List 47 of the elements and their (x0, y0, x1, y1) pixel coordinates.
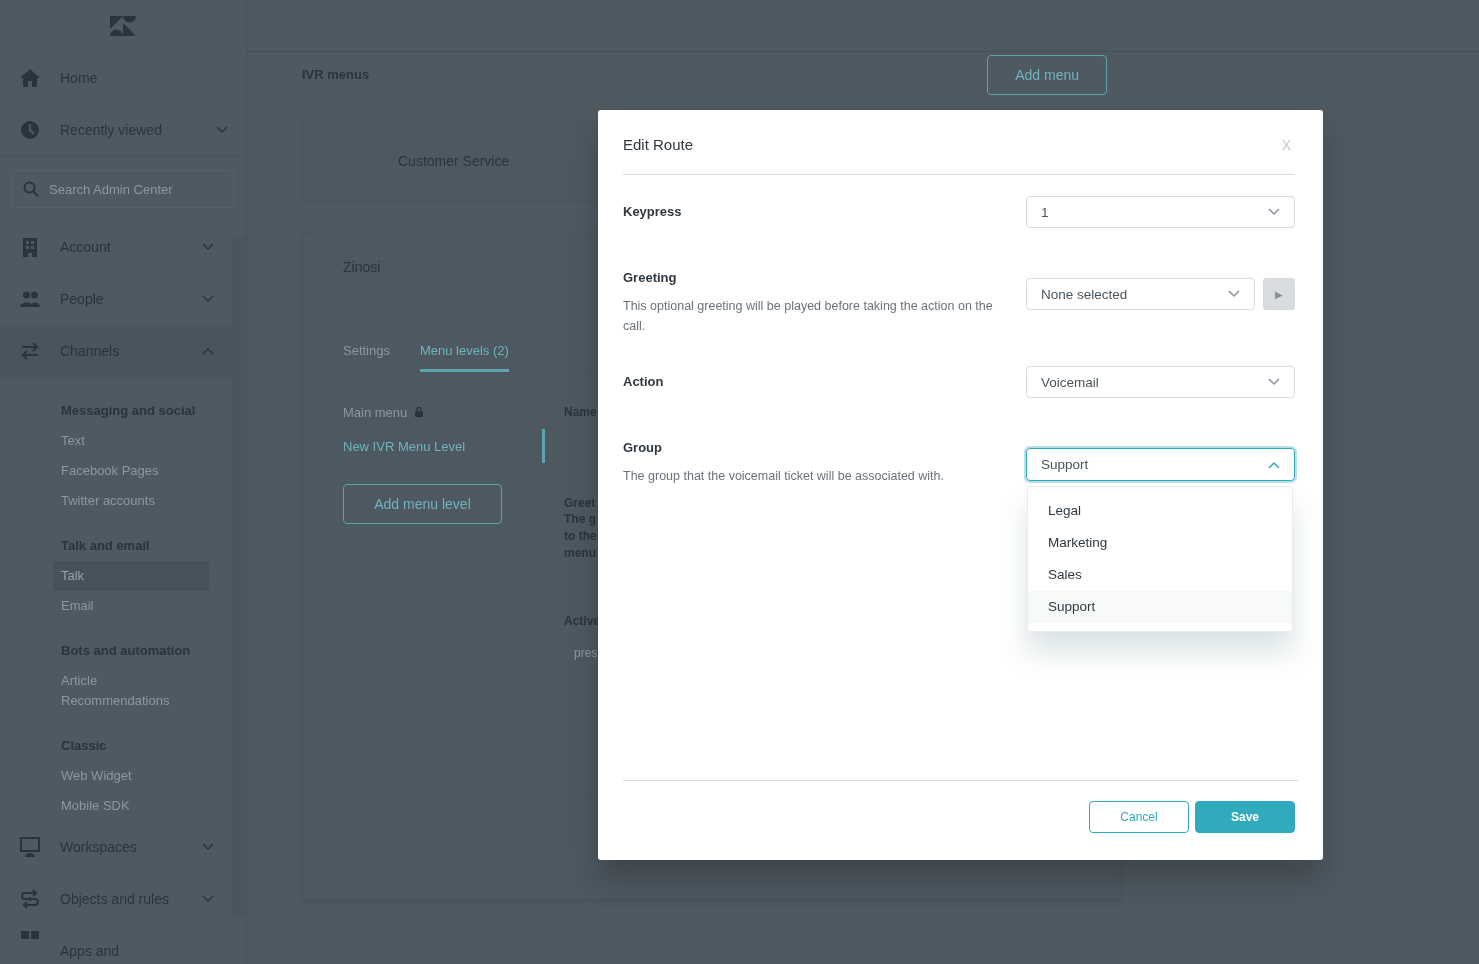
search-icon (23, 181, 39, 197)
home-icon (20, 68, 40, 88)
field-label: Group (623, 440, 663, 456)
save-button[interactable]: Save (1195, 801, 1295, 833)
nav-link[interactable]: Mobile SDK (53, 791, 209, 821)
monitor-icon (20, 837, 40, 857)
field-label: Keypress (623, 203, 683, 221)
field-label: Greeting (623, 270, 678, 286)
dropdown-option[interactable]: Sales (1028, 559, 1292, 591)
chevron-down-icon (1268, 378, 1280, 386)
field-description: This optional greeting will be played before taking the action on the call. (623, 298, 994, 335)
nav-link[interactable]: Twitter accounts (53, 486, 209, 516)
close-button[interactable]: X (1281, 135, 1295, 174)
field-description: The group that the voicemail ticket will be associated with. (623, 468, 945, 485)
nav-link[interactable]: Email (53, 591, 209, 621)
clock-icon (20, 120, 40, 140)
select-field[interactable]: None selected (1026, 278, 1255, 310)
menu-level-item[interactable]: New IVR Menu Level (343, 429, 545, 463)
chevron-up-icon (1268, 460, 1280, 469)
nav-link[interactable]: Text (53, 426, 209, 456)
nav-link[interactable]: Web Widget (53, 761, 209, 791)
chevron-down-icon (1268, 208, 1280, 216)
dropdown-option[interactable]: Support (1028, 591, 1292, 623)
dropdown-option[interactable]: Legal (1028, 495, 1292, 527)
menu-level-item[interactable]: Main menu (343, 395, 545, 429)
chevron-down-icon (1228, 290, 1240, 298)
nav-link[interactable]: Facebook Pages (53, 456, 209, 486)
grid-icon (20, 931, 40, 939)
people-icon (20, 289, 40, 309)
select-field[interactable]: Support (1026, 448, 1295, 481)
nav-link[interactable]: Talk (53, 561, 209, 591)
field-value: pres (574, 646, 599, 660)
tab[interactable]: Menu levels (2) (420, 332, 509, 372)
nav-link[interactable]: Article Recommendations (53, 666, 209, 716)
dropdown-option[interactable]: Marketing (1028, 527, 1292, 559)
dialog-title: Edit Route (623, 135, 694, 155)
loop-arrows-icon (20, 889, 40, 909)
arrows-icon (20, 341, 40, 361)
add-menu-button[interactable]: Add menu (987, 54, 1107, 95)
search-field[interactable]: Search Admin Center (12, 170, 234, 208)
add-menu-level-button[interactable]: Add menu level (343, 484, 502, 524)
tab[interactable]: Settings (343, 332, 390, 372)
building-icon (20, 237, 40, 257)
select-field[interactable]: 1 (1026, 196, 1295, 228)
cancel-button[interactable]: Cancel (1089, 801, 1189, 833)
select-field[interactable]: Voicemail (1026, 366, 1295, 398)
field-label: Action (623, 373, 665, 391)
